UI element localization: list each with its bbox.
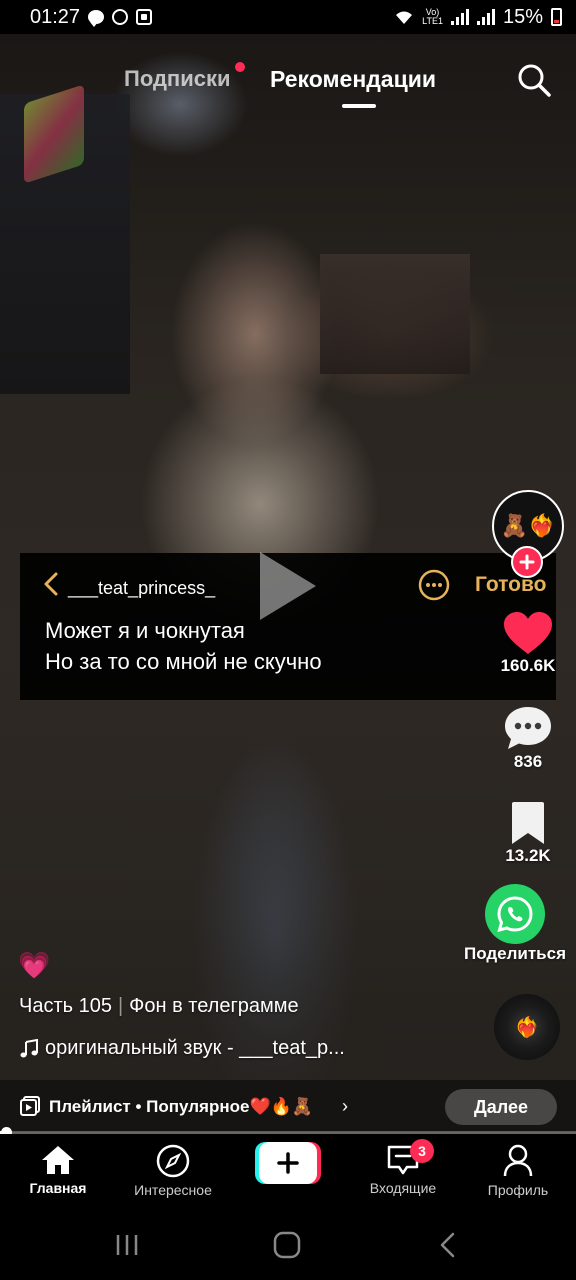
lyrics-line: Может я и чокнутая (45, 618, 245, 643)
sound-link[interactable]: оригинальный звук - ___teat_p... (19, 1037, 345, 1060)
system-nav-bar (0, 1210, 576, 1280)
sync-icon (112, 9, 129, 25)
overlay-username: ___teat_princess_ (68, 578, 216, 598)
plus-icon (277, 1152, 299, 1174)
caption-emoji: 💗 (18, 950, 51, 980)
follow-button[interactable] (511, 546, 543, 578)
playlist-bar[interactable]: Плейлист • Популярное❤️🔥🧸 › Далее (0, 1080, 576, 1132)
top-nav: Подписки Рекомендации (0, 60, 576, 120)
disc-emoji: ❤️‍🔥 (514, 1016, 540, 1039)
share-label: Поделиться (463, 944, 567, 963)
back-arrow-icon (44, 572, 58, 596)
like-count: 160.6K (500, 656, 556, 675)
next-button[interactable]: Далее (445, 1089, 557, 1125)
nav-inbox[interactable]: Входящие (348, 1144, 458, 1196)
tab-recommended[interactable]: Рекомендации (270, 66, 436, 93)
nav-discover[interactable]: Интересное (118, 1144, 228, 1198)
inbox-badge: 3 (410, 1139, 434, 1163)
plus-icon (519, 554, 535, 570)
like-button[interactable]: 160.6K (483, 610, 573, 676)
profile-icon (503, 1144, 533, 1177)
caption-part: Часть 105 (19, 995, 112, 1017)
lte-label: Vo) LTE1 (422, 7, 443, 26)
playlist-icon (20, 1096, 40, 1116)
caption-separator: | (117, 995, 124, 1017)
avatar-emoji: 🧸❤️‍🔥 (500, 513, 556, 538)
lyrics-line: Но за то со мной не скучно (45, 649, 322, 674)
play-icon[interactable] (256, 548, 320, 624)
caption-text: Фон в телеграмме (129, 995, 299, 1017)
nav-profile[interactable]: Профиль (463, 1144, 573, 1198)
message-icon (88, 10, 105, 27)
playlist-label: Плейлист • Популярное❤️🔥🧸 (49, 1097, 313, 1116)
wifi-icon (396, 11, 413, 24)
signal-icon-2 (476, 9, 495, 25)
video-caption[interactable]: Часть 105 | Фон в телеграмме (19, 995, 299, 1018)
recent-apps-icon[interactable] (112, 1230, 142, 1260)
bookmark-button[interactable]: 13.2K (483, 800, 573, 866)
whatsapp-icon (485, 884, 545, 944)
new-content-dot (234, 62, 245, 72)
comment-icon (505, 707, 551, 749)
battery-icon (551, 8, 562, 26)
status-time: 01:27 (30, 5, 81, 28)
back-system-icon[interactable] (433, 1230, 463, 1260)
tab-following-label: Подписки (124, 66, 231, 91)
nav-inbox-label: Входящие (369, 1180, 437, 1196)
bottom-nav: Главная Интересное Входящие 3 Профиль (0, 1134, 576, 1210)
share-button[interactable]: Поделиться (455, 884, 575, 964)
overlay-done-label: Готово (475, 573, 547, 596)
bookmark-count: 13.2K (505, 846, 551, 865)
bookmark-icon (512, 802, 544, 844)
background-shop (320, 254, 470, 374)
comment-button[interactable]: 836 (483, 704, 573, 772)
nav-home[interactable]: Главная (3, 1144, 113, 1196)
chevron-right-icon: › (342, 1096, 348, 1116)
tab-following[interactable]: Подписки (124, 62, 245, 92)
more-options-icon (418, 569, 450, 601)
compass-icon (156, 1144, 190, 1178)
nav-discover-label: Интересное (134, 1182, 212, 1198)
active-tab-indicator (342, 104, 376, 108)
music-disc[interactable]: ❤️‍🔥 (494, 994, 560, 1060)
home-icon (42, 1146, 74, 1174)
comment-count: 836 (513, 752, 543, 771)
music-note-icon (20, 1038, 38, 1057)
battery-percent: 15% (502, 5, 543, 28)
home-system-icon[interactable] (272, 1230, 302, 1260)
signal-icon (450, 9, 469, 25)
status-bar: 01:27 Vo) LTE1 15% (0, 0, 576, 34)
create-button[interactable] (255, 1142, 321, 1184)
app-notification-icon (136, 9, 153, 25)
search-icon[interactable] (516, 62, 552, 98)
nav-profile-label: Профиль (487, 1182, 549, 1198)
sound-name: оригинальный звук - ___teat_p... (45, 1037, 345, 1059)
create-button-face (259, 1142, 317, 1184)
nav-home-label: Главная (29, 1180, 87, 1196)
heart-icon (504, 612, 552, 654)
